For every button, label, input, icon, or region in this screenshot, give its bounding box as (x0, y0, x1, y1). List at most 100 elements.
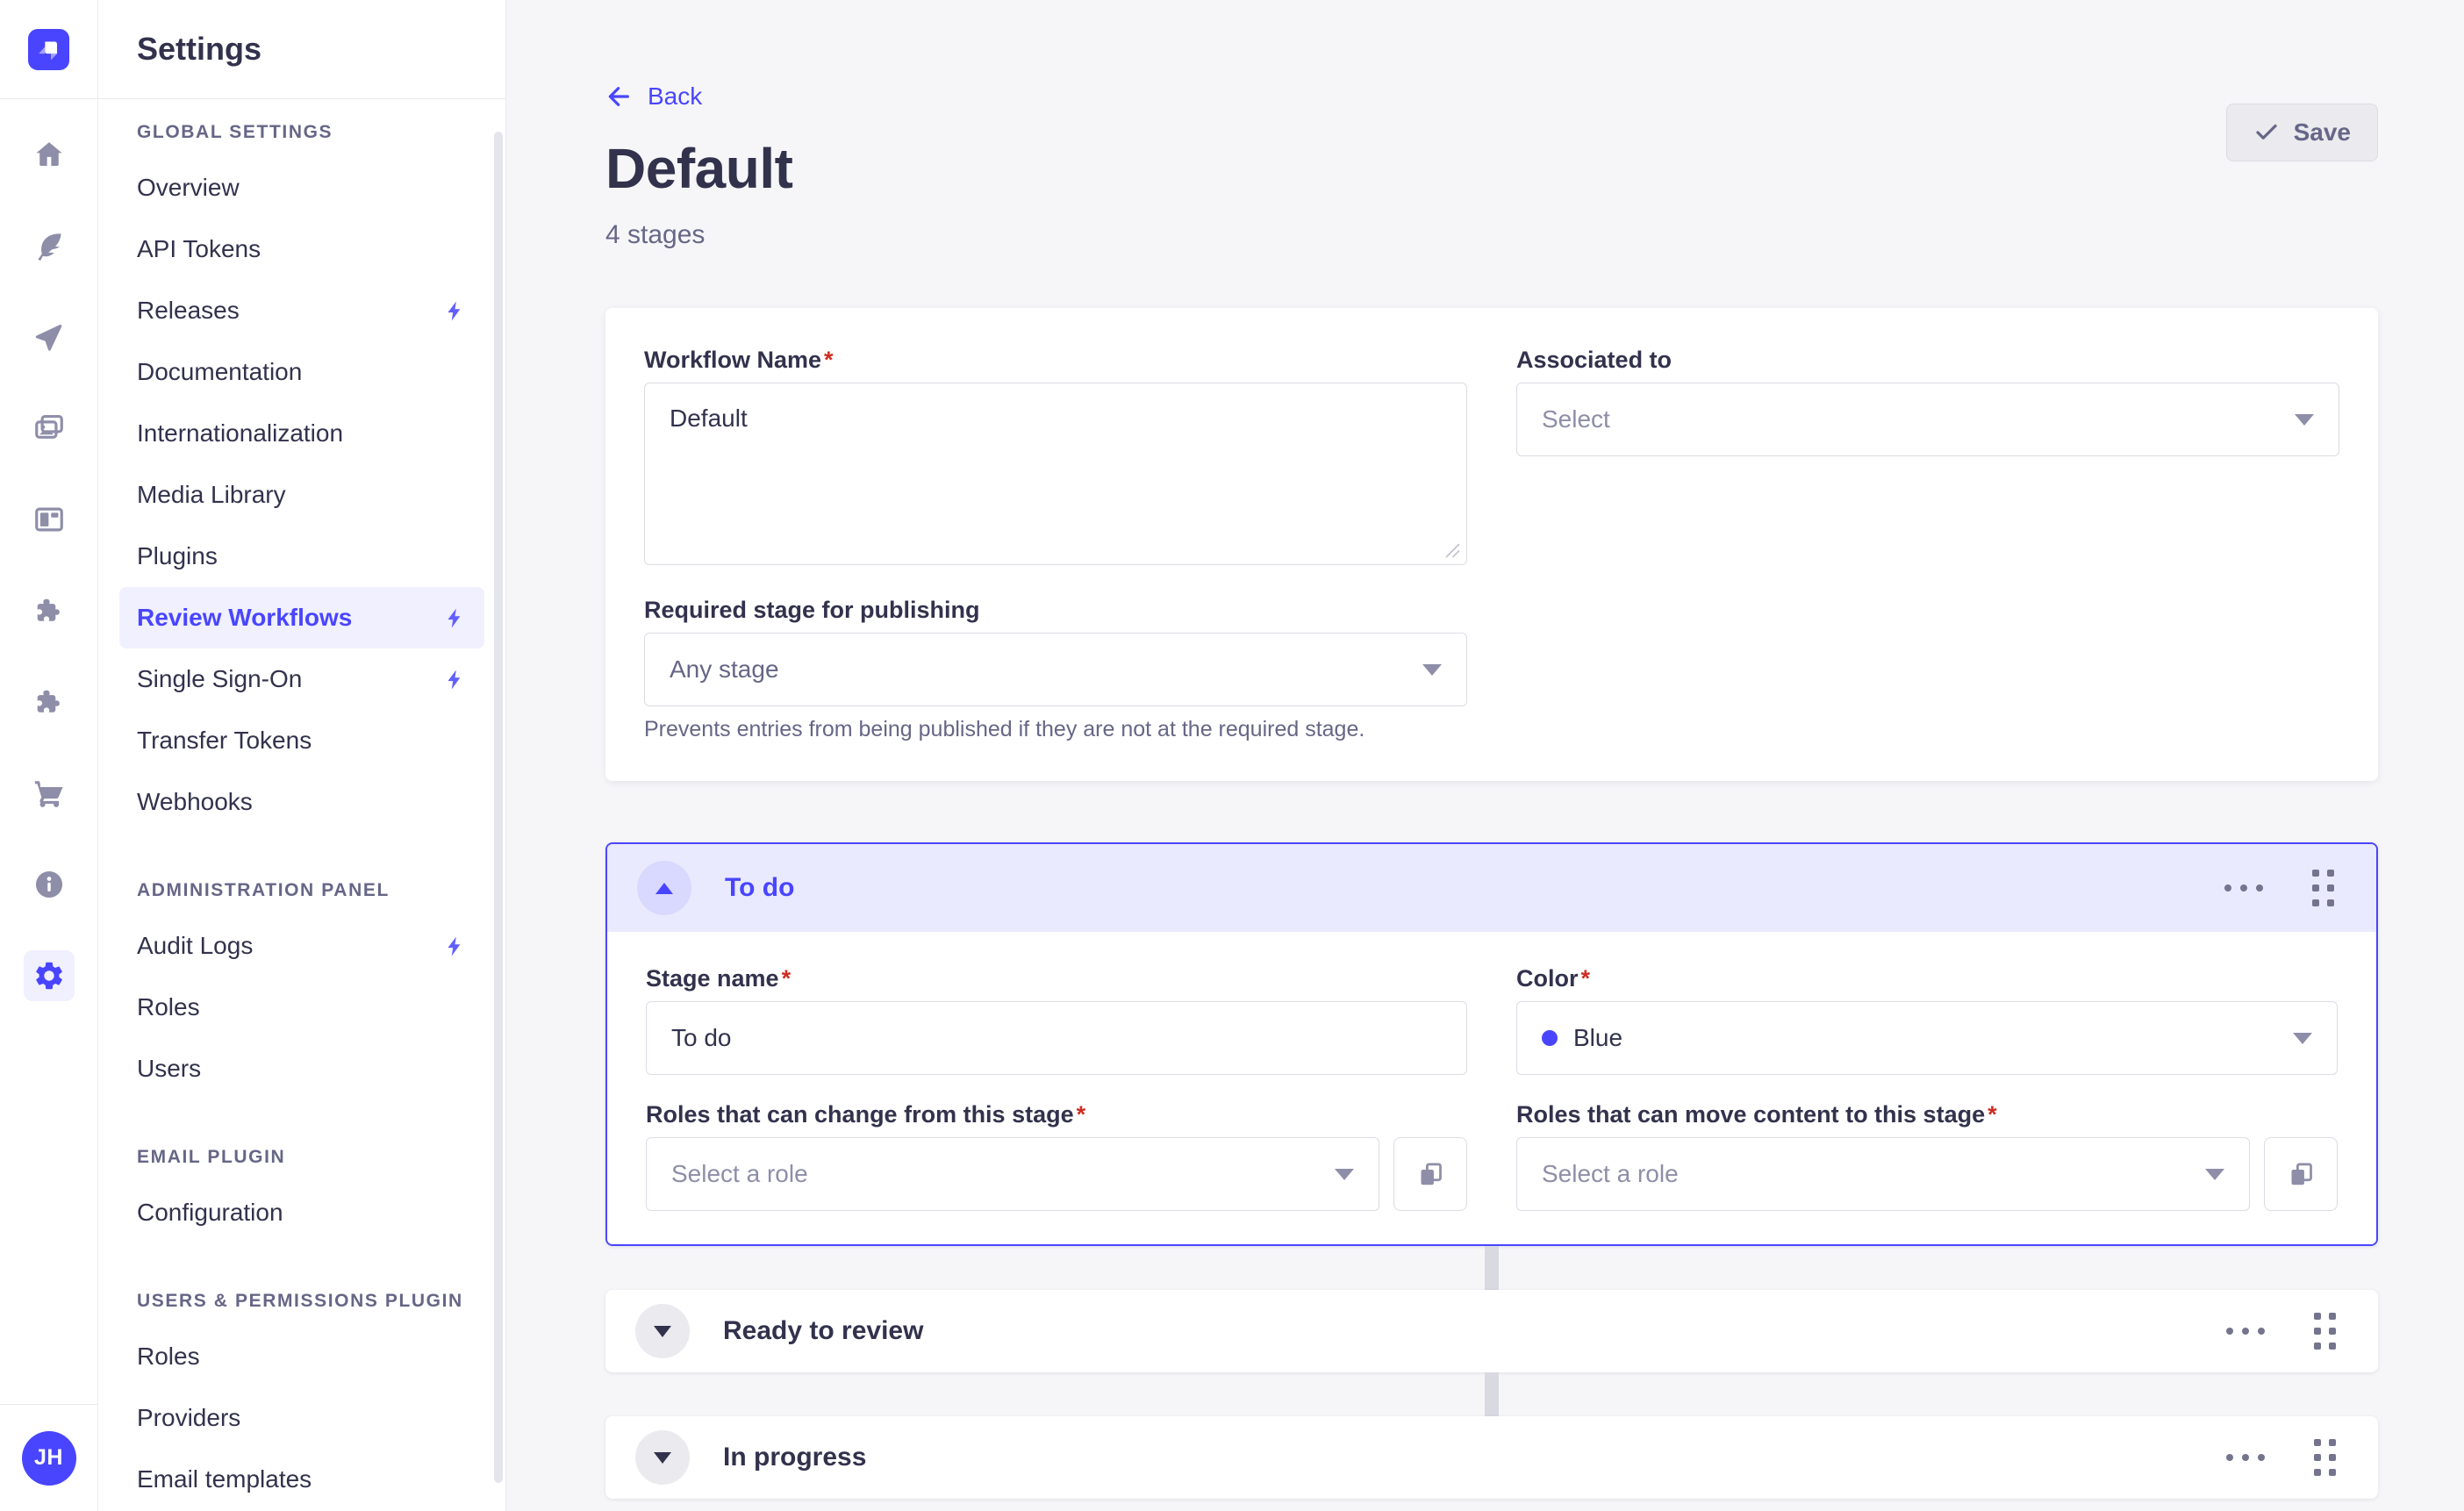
stage-accordion-header[interactable]: To do (607, 844, 2376, 932)
duplicate-roles-button[interactable] (1393, 1137, 1467, 1211)
workflow-name-textarea[interactable]: Default (644, 383, 1467, 565)
roles-move-field: Roles that can move content to this stag… (1516, 1101, 2338, 1211)
settings-sidebar-header: Settings (98, 0, 505, 99)
more-options-button[interactable] (2226, 1319, 2265, 1343)
settings-sidebar: Settings GLOBAL SETTINGS Overview API To… (98, 0, 506, 1511)
chevron-down-icon (2293, 1033, 2312, 1044)
color-swatch-blue (1542, 1030, 1558, 1046)
page-header: Back Default 4 stages Save (605, 0, 2378, 250)
lightning-bolt-icon (443, 935, 467, 958)
stage-name-input[interactable]: To do (646, 1001, 1467, 1075)
sidebar-item-releases[interactable]: Releases (119, 280, 484, 341)
section-label: EMAIL PLUGIN (137, 1147, 467, 1168)
rail-icon-list (0, 99, 97, 1001)
stages-list: To do Stage name* To do Color* (605, 842, 2378, 1499)
save-button[interactable]: Save (2226, 104, 2378, 161)
back-link[interactable]: Back (605, 82, 702, 111)
sidebar-item-email-templates[interactable]: Email templates (119, 1449, 484, 1510)
more-options-button[interactable] (2226, 1445, 2265, 1470)
duplicate-roles-button[interactable] (2264, 1137, 2338, 1211)
required-mark: * (1077, 1101, 1086, 1128)
required-mark: * (824, 347, 834, 373)
stage-title: In progress (723, 1443, 866, 1472)
sidebar-item-transfer-tokens[interactable]: Transfer Tokens (119, 710, 484, 771)
stage-card-ready-to-review: Ready to review (605, 1290, 2378, 1372)
more-options-button[interactable] (2224, 876, 2263, 900)
releases-plane-icon[interactable] (24, 312, 75, 362)
home-icon[interactable] (24, 129, 75, 180)
sidebar-item-api-tokens[interactable]: API Tokens (119, 218, 484, 280)
resize-handle-icon[interactable] (1445, 543, 1460, 558)
chevron-down-icon (1335, 1169, 1354, 1180)
chevron-down-icon (654, 1452, 671, 1464)
expand-toggle-button[interactable] (635, 1430, 690, 1485)
sidebar-item-users[interactable]: Users (119, 1038, 484, 1099)
chevron-down-icon (654, 1326, 671, 1337)
drag-handle[interactable] (2312, 870, 2334, 906)
avatar[interactable]: JH (22, 1431, 76, 1486)
sidebar-item-review-workflows[interactable]: Review Workflows (119, 587, 484, 648)
associated-to-label: Associated to (1516, 347, 2339, 374)
stage-name-field: Stage name* To do (646, 965, 1467, 1075)
expand-toggle-button[interactable] (635, 1304, 690, 1358)
sidebar-item-single-sign-on[interactable]: Single Sign-On (119, 648, 484, 710)
lightning-bolt-icon (443, 668, 467, 691)
sidebar-scrollbar[interactable] (494, 132, 503, 1483)
settings-gear-icon[interactable] (24, 950, 75, 1001)
sidebar-item-overview[interactable]: Overview (119, 157, 484, 218)
chevron-down-icon (1422, 664, 1442, 676)
chevron-up-icon (655, 883, 673, 894)
rail-logo-cell (0, 0, 97, 99)
required-mark: * (1581, 965, 1591, 992)
color-select[interactable]: Blue (1516, 1001, 2338, 1075)
sidebar-item-audit-logs[interactable]: Audit Logs (119, 915, 484, 977)
roles-change-select[interactable]: Select a role (646, 1137, 1379, 1211)
sidebar-item-admin-roles[interactable]: Roles (119, 977, 484, 1038)
drag-handle[interactable] (2314, 1313, 2336, 1350)
associated-to-select[interactable]: Select (1516, 383, 2339, 456)
section-label: USERS & PERMISSIONS PLUGIN (137, 1291, 467, 1312)
main-content: Back Default 4 stages Save Workflow Name… (506, 0, 2464, 1511)
stage-accordion-header[interactable]: Ready to review (605, 1290, 2378, 1372)
drag-handle[interactable] (2314, 1439, 2336, 1476)
required-stage-hint: Prevents entries from being published if… (644, 717, 1467, 742)
section-email-plugin: EMAIL PLUGIN Configuration (119, 1147, 484, 1243)
stage-title: Ready to review (723, 1316, 923, 1346)
section-label: ADMINISTRATION PANEL (137, 880, 467, 901)
collapse-toggle-button[interactable] (637, 861, 691, 915)
strapi-logo-icon[interactable] (28, 29, 69, 70)
content-writer-feather-icon[interactable] (24, 220, 75, 271)
required-stage-select[interactable]: Any stage (644, 633, 1467, 706)
roles-change-field: Roles that can change from this stage* S… (646, 1101, 1467, 1211)
sidebar-item-webhooks[interactable]: Webhooks (119, 771, 484, 833)
required-stage-label: Required stage for publishing (644, 597, 1467, 624)
content-manager-layout-icon[interactable] (24, 494, 75, 545)
sidebar-item-plugins[interactable]: Plugins (119, 526, 484, 587)
marketplace-puzzle-icon[interactable] (24, 677, 75, 727)
sidebar-item-providers[interactable]: Providers (119, 1387, 484, 1449)
stage-count: 4 stages (605, 220, 2378, 250)
information-icon[interactable] (24, 859, 75, 910)
roles-move-select[interactable]: Select a role (1516, 1137, 2250, 1211)
sidebar-item-internationalization[interactable]: Internationalization (119, 403, 484, 464)
stage-connector (1485, 1246, 1499, 1290)
associated-to-field: Associated to Select (1516, 347, 2339, 565)
sidebar-item-documentation[interactable]: Documentation (119, 341, 484, 403)
color-field: Color* Blue (1516, 965, 2338, 1075)
sidebar-item-email-configuration[interactable]: Configuration (119, 1182, 484, 1243)
sidebar-item-media-library[interactable]: Media Library (119, 464, 484, 526)
roles-move-label: Roles that can move content to this stag… (1516, 1101, 2338, 1128)
media-library-icon[interactable] (24, 403, 75, 454)
section-global-settings: GLOBAL SETTINGS Overview API Tokens Rele… (119, 122, 484, 833)
lightning-bolt-icon (443, 606, 467, 630)
settings-title: Settings (137, 31, 261, 68)
sidebar-item-up-roles[interactable]: Roles (119, 1326, 484, 1387)
plugins-puzzle-icon[interactable] (24, 585, 75, 636)
color-label: Color* (1516, 965, 2338, 992)
arrow-left-icon (605, 82, 634, 111)
stage-accordion-header[interactable]: In progress (605, 1416, 2378, 1499)
stage-card-in-progress: In progress (605, 1416, 2378, 1499)
stage-card-to-do: To do Stage name* To do Color* (605, 842, 2378, 1246)
purchases-cart-icon[interactable] (24, 768, 75, 819)
stage-name-label: Stage name* (646, 965, 1467, 992)
